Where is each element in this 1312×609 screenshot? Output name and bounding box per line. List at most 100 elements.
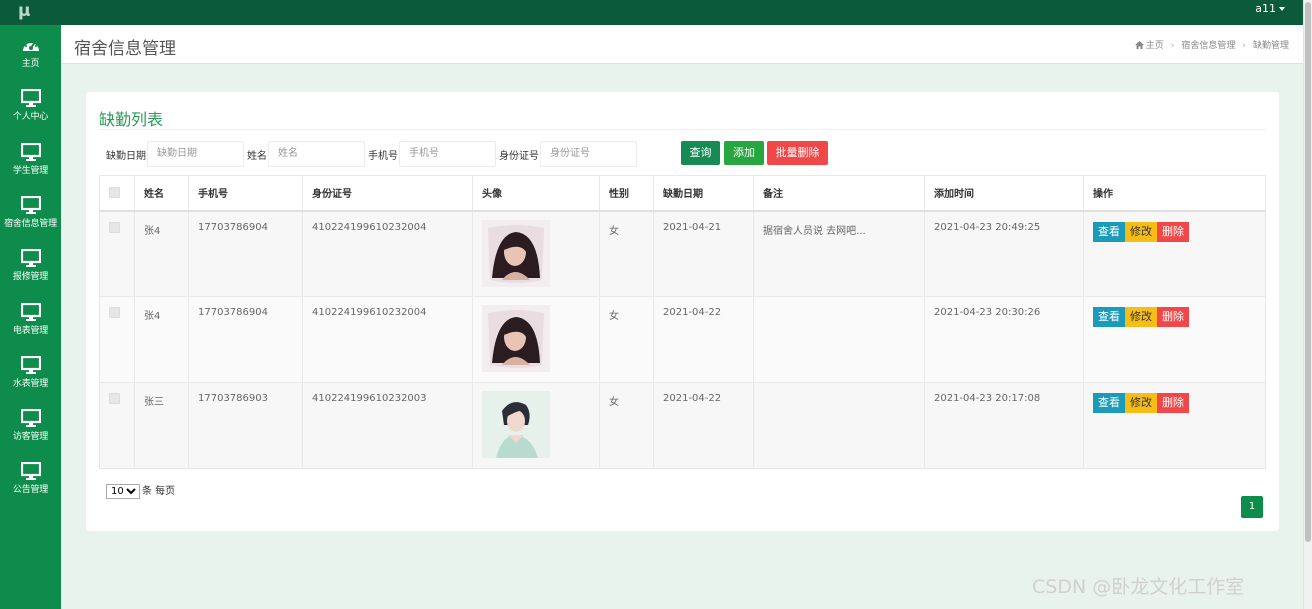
- id-card-input[interactable]: 身份证号: [540, 141, 637, 167]
- absence-date-cell: 2021-04-22: [653, 382, 754, 469]
- added-time-cell: 2021-04-23 20:30:26: [924, 296, 1084, 383]
- column-header: 性别: [599, 175, 654, 212]
- added-time-cell: 2021-04-23 20:49:25: [924, 210, 1084, 297]
- column-header: 身份证号: [302, 175, 473, 212]
- watermark: CSDN @卧龙文化工作室: [1032, 576, 1245, 598]
- sidebar-item-visitors[interactable]: 访客管理: [0, 401, 61, 451]
- row-checkbox[interactable]: [109, 393, 120, 404]
- edit-button[interactable]: 修改: [1125, 221, 1157, 242]
- id-card-cell: 410224199610232003: [302, 382, 473, 469]
- sidebar-item-water-meter[interactable]: 水表管理: [0, 348, 61, 398]
- edit-button[interactable]: 修改: [1125, 307, 1157, 327]
- page-title: 宿舍信息管理: [74, 39, 176, 59]
- delete-button[interactable]: 删除: [1157, 393, 1189, 413]
- absence-date-label: 缺勤日期: [106, 151, 146, 162]
- table-row: 张三 17703786903 410224199610232003 女 2021…: [99, 382, 1266, 469]
- page-number-button[interactable]: 1: [1241, 496, 1263, 518]
- name-input[interactable]: 姓名: [268, 141, 365, 167]
- absence-date-cell: 2021-04-22: [653, 296, 754, 383]
- dashboard-icon: [22, 40, 39, 51]
- id-card-cell: 410224199610232004: [302, 210, 473, 297]
- sidebar-item-home[interactable]: 主页: [0, 28, 61, 78]
- sidebar-item-dorm-info[interactable]: 宿舍信息管理: [0, 188, 61, 238]
- user-menu[interactable]: a11: [1255, 2, 1285, 15]
- absence-date-input[interactable]: 缺勤日期: [147, 141, 244, 167]
- batch-delete-button[interactable]: 批量删除: [767, 141, 828, 165]
- breadcrumb-current: 缺勤管理: [1252, 41, 1289, 51]
- phone-label: 手机号: [368, 151, 398, 162]
- edit-button[interactable]: 修改: [1125, 393, 1157, 413]
- delete-button[interactable]: 删除: [1157, 221, 1189, 242]
- page-size-select[interactable]: 10: [106, 484, 140, 499]
- remark-cell: [753, 296, 925, 383]
- id-card-cell: 410224199610232004: [302, 296, 473, 383]
- monitor-icon: [20, 409, 41, 427]
- sidebar-item-students[interactable]: 学生管理: [0, 135, 61, 185]
- monitor-icon: [20, 196, 41, 214]
- avatar: [482, 305, 550, 372]
- avatar-cell: [472, 382, 600, 469]
- avatar-cell: [472, 296, 600, 383]
- column-header: 手机号: [188, 175, 303, 212]
- sidebar-item-label: 公告管理: [12, 485, 49, 495]
- query-button[interactable]: 查询: [681, 141, 720, 165]
- select-all-cell: [99, 175, 135, 212]
- sidebar-item-label: 电表管理: [12, 326, 49, 336]
- sidebar-item-label: 报修管理: [12, 272, 49, 282]
- monitor-icon: [20, 89, 41, 107]
- page-size-suffix: 条 每页: [142, 486, 176, 497]
- chevron-right-icon: ›: [1170, 41, 1175, 51]
- gender-cell: 女: [599, 210, 654, 297]
- actions-cell: 查看 修改 删除: [1083, 210, 1266, 297]
- phone-cell: 17703786904: [188, 210, 303, 297]
- actions-cell: 查看 修改 删除: [1083, 382, 1266, 469]
- breadcrumb-dorm-info[interactable]: 宿舍信息管理: [1181, 41, 1235, 51]
- monitor-icon: [20, 249, 41, 267]
- name-cell: 张三: [134, 382, 189, 469]
- select-all-checkbox[interactable]: [109, 187, 120, 199]
- card-title: 缺勤列表: [99, 110, 164, 129]
- table-row: 张4 17703786904 410224199610232004 女 2021…: [99, 296, 1266, 383]
- row-checkbox[interactable]: [109, 221, 120, 233]
- avatar: [482, 391, 550, 458]
- remark-cell: [753, 382, 925, 469]
- view-button[interactable]: 查看: [1093, 307, 1125, 327]
- add-button[interactable]: 添加: [724, 141, 764, 165]
- absence-table: 姓名 手机号 身份证号 头像 性别 缺勤日期 备注 添加时间 操作 张4 177…: [99, 175, 1266, 469]
- view-button[interactable]: 查看: [1093, 221, 1125, 242]
- sidebar-item-electric-meter[interactable]: 电表管理: [0, 295, 61, 345]
- avatar-cell: [472, 210, 600, 297]
- app-logo: μ: [18, 1, 31, 21]
- delete-button[interactable]: 删除: [1157, 307, 1189, 327]
- column-header: 姓名: [134, 175, 189, 212]
- sidebar-item-label: 访客管理: [12, 432, 49, 442]
- avatar: [482, 219, 550, 287]
- table-row: 张4 17703786904 410224199610232004 女 2021…: [99, 210, 1266, 297]
- page-size-control: 10条 每页: [106, 482, 175, 499]
- column-header: 缺勤日期: [653, 175, 754, 212]
- remark-cell: 据宿舍人员说 去网吧...: [753, 210, 925, 297]
- sidebar-item-announcements[interactable]: 公告管理: [0, 454, 61, 504]
- phone-input[interactable]: 手机号: [399, 141, 496, 167]
- absence-date-cell: 2021-04-21: [653, 210, 754, 297]
- monitor-icon: [20, 462, 41, 480]
- added-time-cell: 2021-04-23 20:17:08: [924, 382, 1084, 469]
- sidebar-item-repairs[interactable]: 报修管理: [0, 241, 61, 291]
- view-button[interactable]: 查看: [1093, 393, 1125, 413]
- home-icon: [1134, 41, 1144, 49]
- vertical-scrollbar[interactable]: [1303, 0, 1312, 609]
- user-name: a11: [1255, 2, 1276, 15]
- row-checkbox[interactable]: [109, 307, 120, 318]
- breadcrumb-home[interactable]: 主页: [1146, 41, 1164, 51]
- name-cell: 张4: [134, 210, 189, 297]
- scrollbar-thumb[interactable]: [1305, 2, 1311, 542]
- sidebar-item-profile[interactable]: 个人中心: [0, 81, 61, 131]
- table-header-row: 姓名 手机号 身份证号 头像 性别 缺勤日期 备注 添加时间 操作: [99, 175, 1266, 212]
- monitor-icon: [20, 143, 41, 161]
- breadcrumb: 主页 › 宿舍信息管理 › 缺勤管理: [1134, 38, 1289, 51]
- id-card-label: 身份证号: [499, 151, 539, 162]
- page-header: 宿舍信息管理 主页 › 宿舍信息管理 › 缺勤管理: [61, 25, 1303, 64]
- caret-down-icon: [1279, 7, 1285, 11]
- gender-cell: 女: [599, 382, 654, 469]
- actions-cell: 查看 修改 删除: [1083, 296, 1266, 383]
